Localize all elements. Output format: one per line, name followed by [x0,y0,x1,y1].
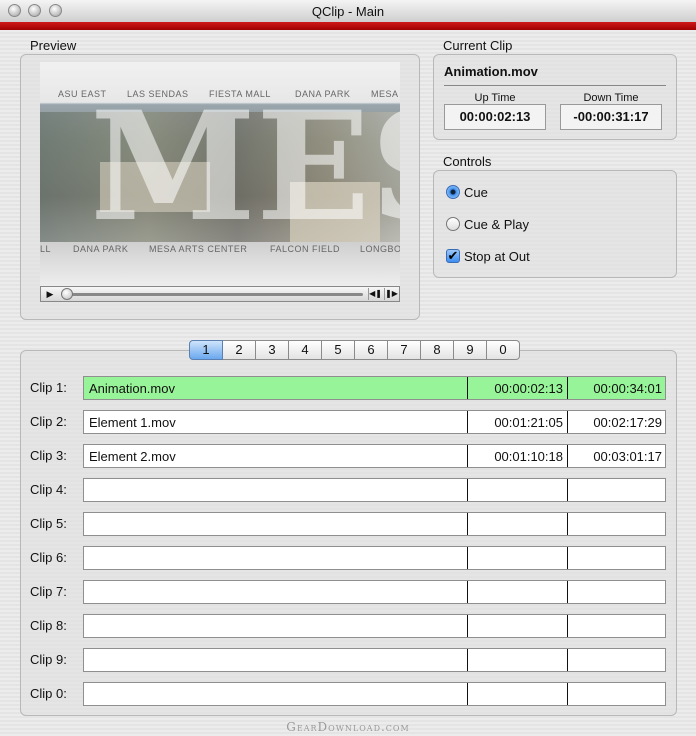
column-divider [567,683,568,705]
clip-row-label: Clip 5: [30,516,67,531]
current-clip-name: Animation.mov [444,64,538,79]
clip-in-time: 00:01:10:18 [494,449,563,464]
column-divider [567,581,568,603]
up-time-label: Up Time [474,92,516,104]
video-overlay-bottom-3: FALCON FIELD [270,244,341,254]
clip-row-label: Clip 6: [30,550,67,565]
divider [444,85,666,86]
clip-in-time: 00:00:02:13 [494,381,563,396]
video-overlay-top-2: FIESTA MALL [209,89,271,99]
clip-row-label: Clip 8: [30,618,67,633]
tab-7[interactable]: 7 [388,340,421,360]
clip-row-label: Clip 4: [30,482,67,497]
column-divider [567,479,568,501]
column-divider [467,615,468,637]
video-overlay-bottom-2: MESA ARTS CENTER [149,244,248,254]
window-title: QClip - Main [311,4,385,19]
clip-row-label: Clip 9: [30,652,67,667]
column-divider [467,683,468,705]
video-overlay-top-0: ASU EAST [58,89,107,99]
video-overlay-top-3: DANA PARK [295,89,351,99]
video-overlay-top-1: LAS SENDAS [127,89,189,99]
step-back-icon[interactable]: ◀❚ [368,288,382,300]
video-preview: MESA ASU EAST LAS SENDAS FIESTA MALL DAN… [40,62,400,286]
controls-label: Controls [443,154,492,169]
clip-row-label: Clip 1: [30,380,67,395]
cue-radio[interactable] [446,185,460,199]
accent-bar [0,22,696,30]
clip-file-name: Element 1.mov [89,415,176,430]
clip-row-label: Clip 2: [30,414,67,429]
clip-out-time: 00:00:34:01 [593,381,662,396]
stop-at-out-checkbox[interactable]: ✔ [446,249,460,263]
cue-and-play-radio[interactable] [446,217,460,231]
video-overlay-bottom-0: LL [40,244,52,254]
tab-8[interactable]: 8 [421,340,454,360]
current-clip-label: Current Clip [443,38,513,53]
up-time-display: 00:00:02:13 [444,104,546,130]
clip-row[interactable] [83,614,666,638]
down-time-display: -00:00:31:17 [560,104,662,130]
step-forward-icon[interactable]: ❚▶ [384,288,398,300]
column-divider [467,479,468,501]
column-divider [567,547,568,569]
clip-out-time: 00:02:17:29 [593,415,662,430]
watermark: GearDownload.com [286,720,410,734]
clip-row[interactable] [83,580,666,604]
clip-row[interactable]: Element 2.mov 00:01:10:18 00:03:01:17 [83,444,666,468]
video-overlay-big-text: MESA [90,79,400,255]
video-overlay-top-4: MESA [371,89,399,99]
video-overlay-bottom-4: LONGBO [360,244,400,254]
bank-tabs: 1 2 3 4 5 6 7 8 9 0 [189,340,520,360]
column-divider [567,513,568,535]
stop-at-out-label: Stop at Out [464,249,530,264]
column-divider [467,513,468,535]
cue-and-play-label: Cue & Play [464,217,530,232]
column-divider [567,615,568,637]
play-icon[interactable]: ▶ [43,288,57,300]
preview-label: Preview [30,38,77,53]
tab-1[interactable]: 1 [189,340,223,360]
scrub-handle[interactable] [61,288,73,300]
title-bar: QClip - Main [0,0,696,23]
clip-row[interactable]: Element 1.mov 00:01:21:05 00:02:17:29 [83,410,666,434]
clip-row[interactable] [83,478,666,502]
clip-row-label: Clip 3: [30,448,67,463]
tab-4[interactable]: 4 [289,340,322,360]
cue-label: Cue [464,185,488,200]
tab-0[interactable]: 0 [487,340,520,360]
tab-5[interactable]: 5 [322,340,355,360]
clip-row-label: Clip 7: [30,584,67,599]
column-divider [567,649,568,671]
tab-6[interactable]: 6 [355,340,388,360]
tab-3[interactable]: 3 [256,340,289,360]
clip-file-name: Element 2.mov [89,449,176,464]
clip-row[interactable] [83,512,666,536]
movie-controller: ▶ ◀❚ ❚▶ [40,286,400,302]
scrub-track[interactable] [63,293,363,296]
column-divider [467,649,468,671]
down-time-label: Down Time [583,92,639,104]
video-overlay-bottom-1: DANA PARK [73,244,129,254]
clip-row-label: Clip 0: [30,686,67,701]
clip-row[interactable] [83,546,666,570]
clip-in-time: 00:01:21:05 [494,415,563,430]
clip-file-name: Animation.mov [89,381,175,396]
tab-2[interactable]: 2 [223,340,256,360]
clip-out-time: 00:03:01:17 [593,449,662,464]
column-divider [467,581,468,603]
tab-9[interactable]: 9 [454,340,487,360]
column-divider [467,547,468,569]
clip-row[interactable]: Animation.mov 00:00:02:13 00:00:34:01 [83,376,666,400]
clip-row[interactable] [83,682,666,706]
clip-row[interactable] [83,648,666,672]
